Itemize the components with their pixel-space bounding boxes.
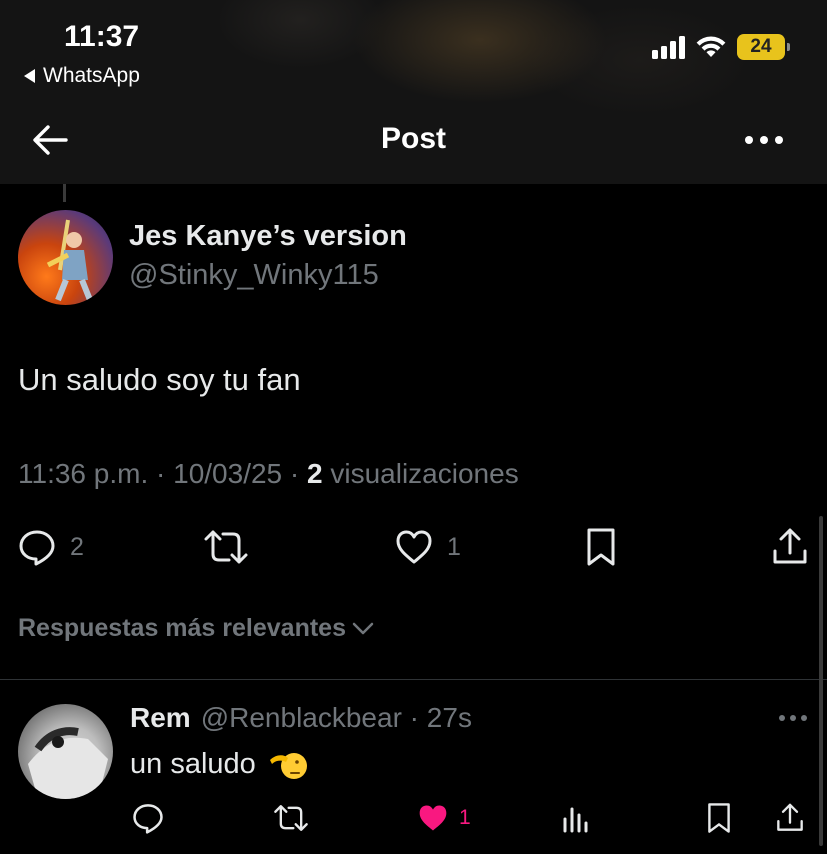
reply-author-avatar[interactable] [18, 704, 113, 799]
page-title: Post [380, 122, 446, 155]
post-text: Un saludo soy tu fan [18, 362, 301, 397]
share-icon [777, 803, 803, 831]
more-horizontal-icon [745, 136, 783, 144]
post-date: 10/03/25 [173, 458, 283, 489]
reply-button[interactable]: 2 [18, 522, 84, 572]
reply-icon [19, 530, 55, 566]
repost-icon [204, 530, 248, 564]
post-time: 11:36 p.m. [18, 458, 149, 489]
reply-author-name[interactable]: Rem [130, 702, 191, 734]
author-name[interactable]: Jes Kanye’s version [129, 220, 407, 253]
bookmark-icon [708, 803, 730, 833]
reply-more-options-button[interactable] [776, 708, 810, 728]
status-time: 11:37 [64, 20, 140, 53]
author-avatar[interactable] [18, 210, 113, 305]
status-icons: 24 [652, 34, 790, 60]
more-options-button[interactable] [742, 128, 786, 152]
avatar-image [46, 219, 93, 302]
section-divider [0, 679, 827, 680]
views-icon [563, 807, 588, 833]
thread-connector [63, 184, 66, 202]
views-count: 2 [307, 458, 323, 489]
repost-button[interactable] [203, 522, 249, 572]
meta-separator: · [156, 458, 174, 489]
back-triangle-icon [24, 69, 35, 83]
replies-sort-label: Respuestas más relevantes [18, 614, 346, 642]
cellular-signal-icon [652, 35, 685, 59]
reply-icon [133, 804, 163, 834]
reply-bookmark-button[interactable] [706, 796, 732, 840]
reply-share-button[interactable] [776, 796, 804, 840]
reply-reply-button[interactable] [132, 796, 164, 840]
views-label[interactable]: visualizaciones [330, 458, 518, 489]
reply-text-content: un saludo [130, 747, 256, 780]
reply-header: Rem @Renblackbear · 27s [130, 702, 472, 734]
reply-handle-text: @Renblackbear [200, 702, 402, 733]
reply-like-count: 1 [459, 806, 471, 829]
reply-action-bar: 1 [0, 796, 827, 840]
battery-level: 24 [750, 36, 772, 57]
like-icon [396, 530, 432, 564]
meta-separator: · [289, 458, 308, 489]
back-app-label: WhatsApp [43, 64, 140, 87]
post-metadata: 11:36 p.m. · 10/03/25 · 2 visualizacione… [18, 458, 519, 490]
reply-repost-button[interactable] [273, 796, 309, 840]
like-filled-icon [419, 805, 447, 831]
battery-icon: 24 [737, 34, 790, 60]
reply-avatar-image [28, 727, 108, 799]
share-button[interactable] [772, 522, 808, 572]
share-icon [773, 528, 807, 564]
saluting-face-emoji-icon [269, 753, 307, 779]
replies-sort-dropdown[interactable]: Respuestas más relevantes [18, 614, 374, 643]
more-horizontal-icon [779, 715, 807, 721]
back-to-app-link[interactable]: WhatsApp [24, 64, 140, 88]
like-button[interactable]: 1 [395, 522, 461, 572]
reply-like-button[interactable]: 1 [417, 796, 471, 840]
reply-time: 27s [426, 702, 472, 733]
chevron-down-icon [352, 622, 374, 634]
reply-views-button[interactable] [562, 796, 590, 840]
bookmark-icon [587, 528, 615, 566]
bookmark-button[interactable] [585, 522, 617, 572]
reply-text: un saludo [130, 746, 308, 782]
like-count: 1 [447, 532, 461, 561]
post-action-bar: 2 1 [0, 522, 827, 572]
repost-icon [274, 805, 308, 831]
wifi-icon [696, 36, 726, 57]
author-handle[interactable]: @Stinky_Winky115 [129, 259, 379, 292]
reply-author-handle[interactable]: @Renblackbear · 27s [201, 702, 472, 734]
reply-count: 2 [70, 532, 84, 561]
scrollbar[interactable] [819, 516, 823, 846]
